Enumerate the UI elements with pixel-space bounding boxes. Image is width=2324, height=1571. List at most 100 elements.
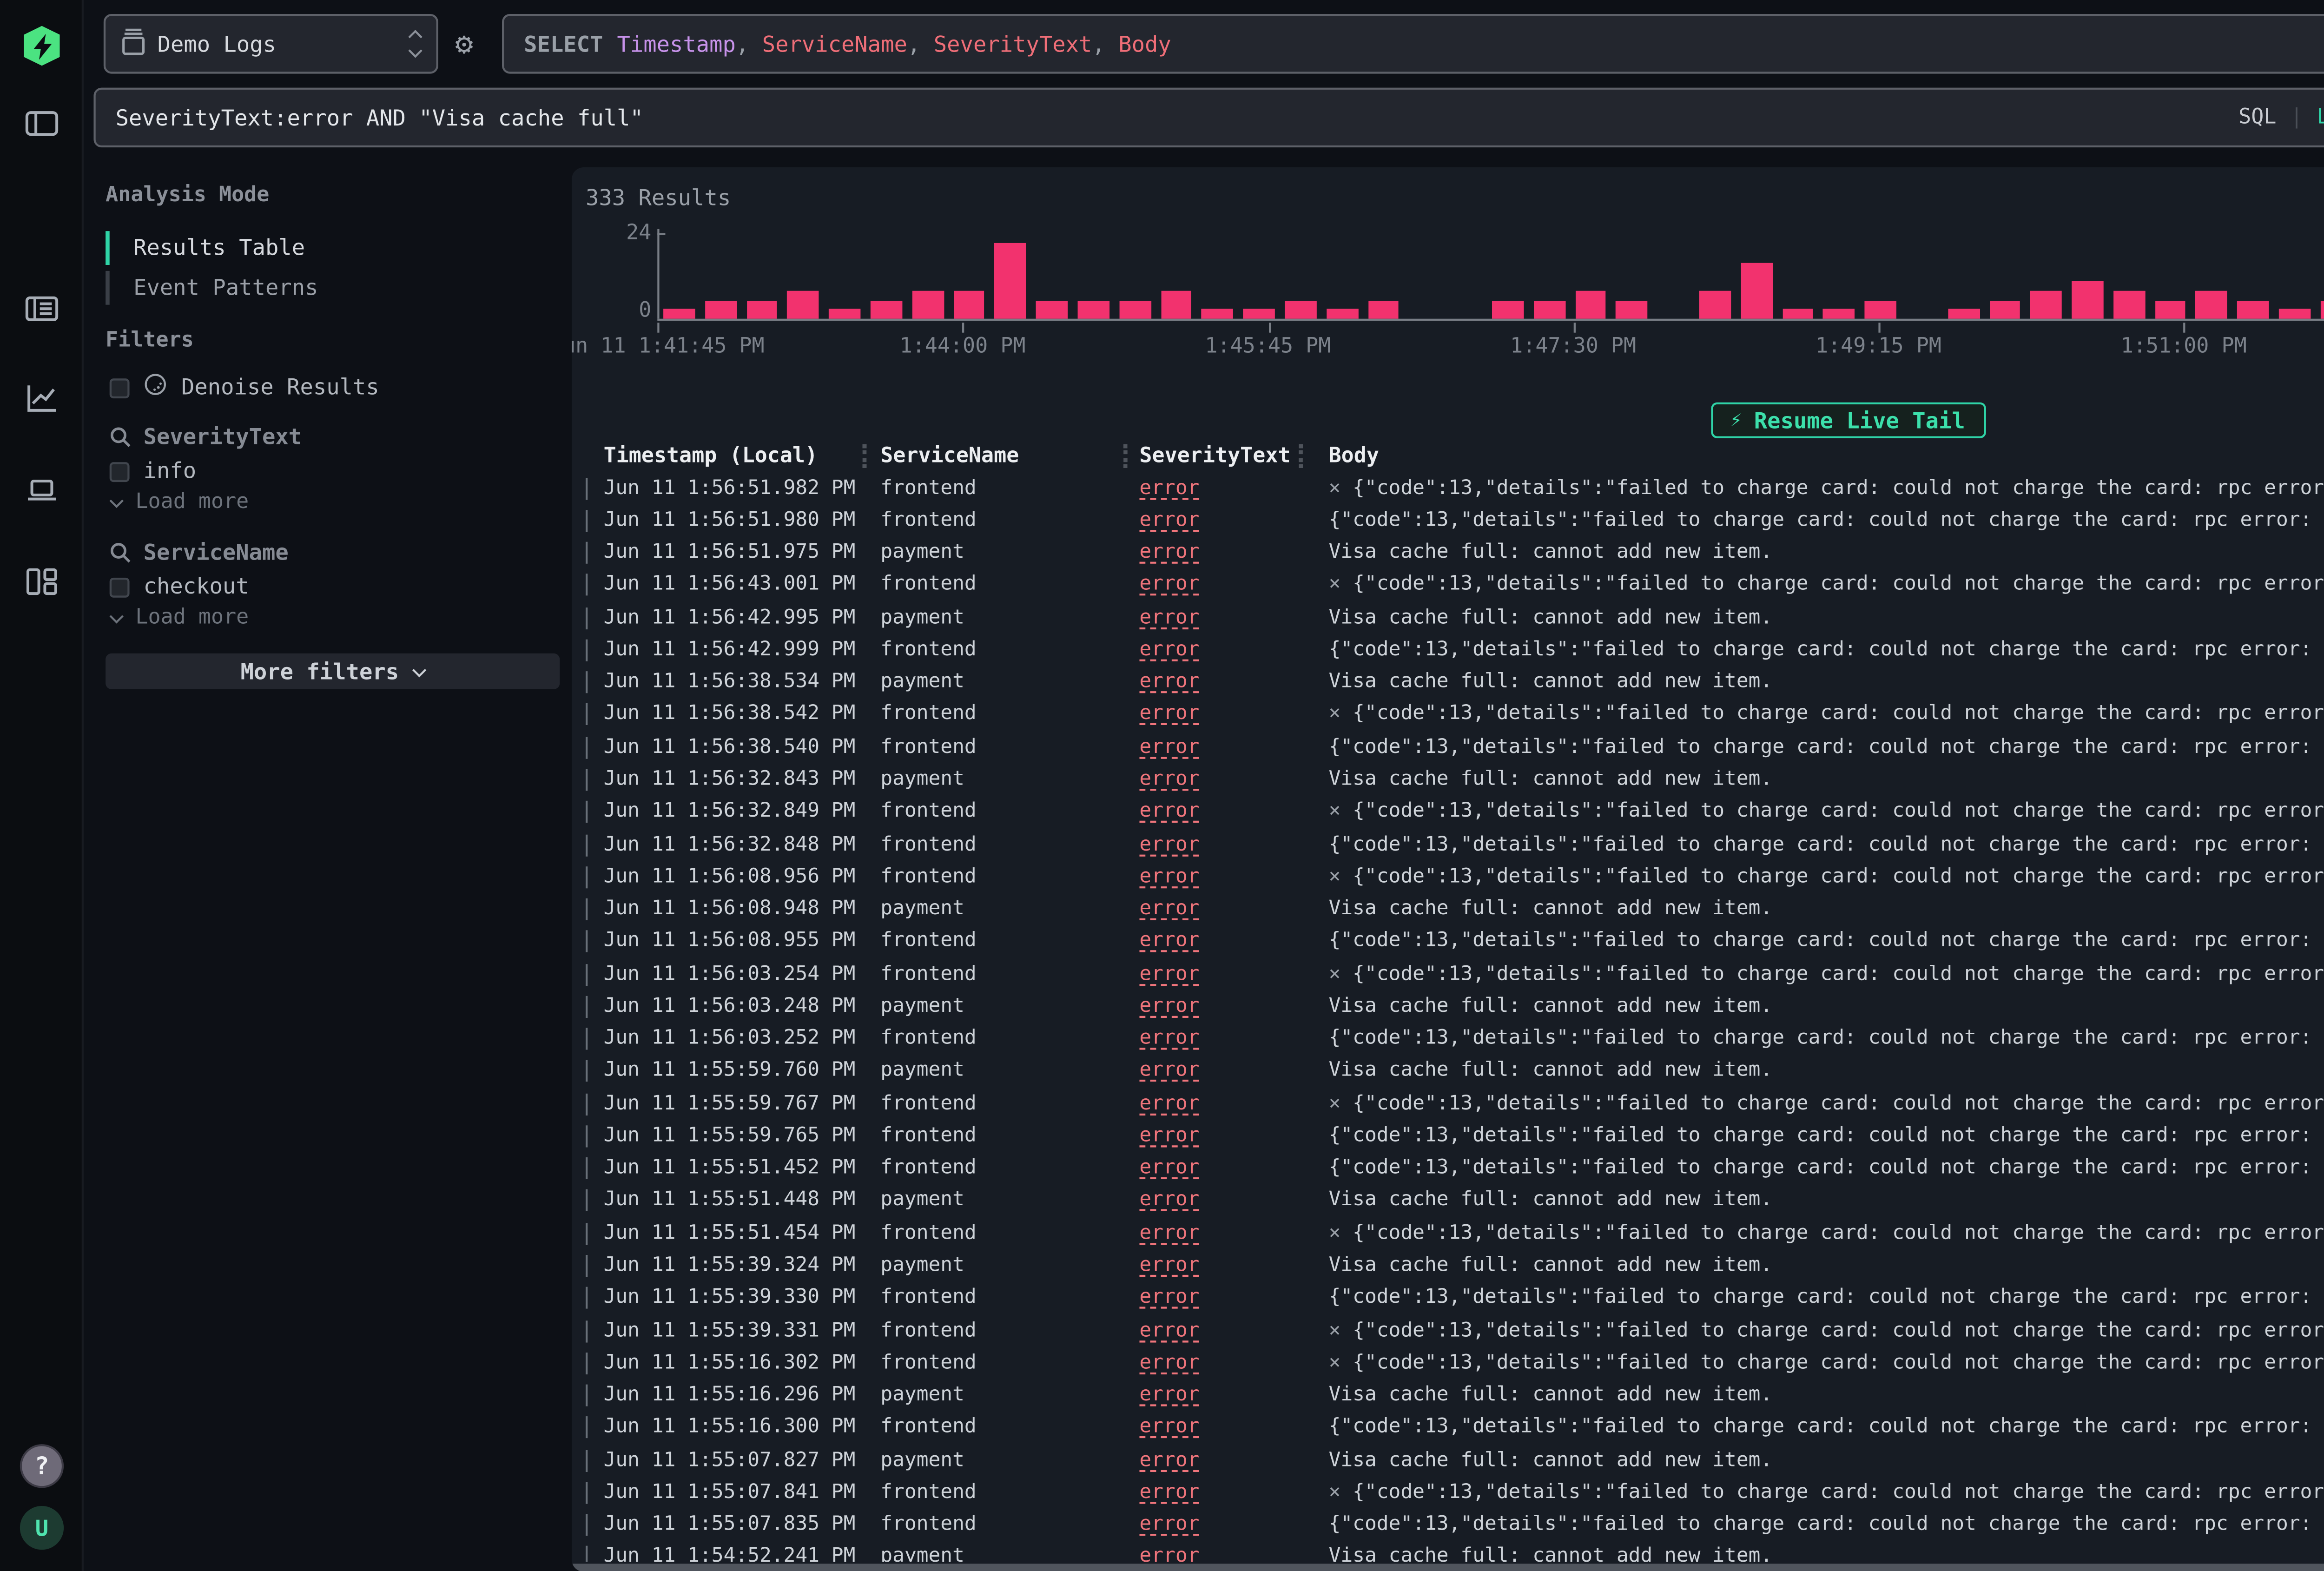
row-expand-chevron-icon[interactable]	[586, 1287, 588, 1309]
histogram-bar[interactable]	[1533, 300, 1565, 319]
histogram-bar[interactable]	[1036, 300, 1068, 319]
horizontal-scrollbar[interactable]	[572, 1563, 2324, 1571]
select-clause-input[interactable]: SELECT Timestamp, ServiceName, SeverityT…	[502, 14, 2324, 74]
row-expand-chevron-icon[interactable]	[586, 1385, 588, 1406]
row-expand-chevron-icon[interactable]	[586, 510, 588, 532]
table-row[interactable]: Jun 11 1:55:39.330 PMfrontenderror{"code…	[572, 1282, 2324, 1314]
row-expand-chevron-icon[interactable]	[586, 477, 588, 499]
row-expand-chevron-icon[interactable]	[586, 542, 588, 564]
header-body[interactable]: Body	[1329, 444, 2324, 468]
table-row[interactable]: Jun 11 1:55:07.827 PMpaymenterrorVisa ca…	[572, 1444, 2324, 1477]
column-resize-handle[interactable]	[1299, 444, 1303, 468]
row-expand-chevron-icon[interactable]	[586, 1222, 588, 1244]
log-reader-icon[interactable]	[24, 291, 59, 327]
row-expand-chevron-icon[interactable]	[586, 1255, 588, 1277]
toggle-lucene[interactable]: Lucene	[2317, 106, 2324, 129]
histogram-bar[interactable]	[2196, 290, 2228, 319]
load-more-severity[interactable]: Load more	[112, 490, 249, 514]
table-row[interactable]: Jun 11 1:55:07.841 PMfrontenderror×{"cod…	[572, 1477, 2324, 1509]
row-expand-chevron-icon[interactable]	[586, 996, 588, 1017]
row-expand-chevron-icon[interactable]	[586, 1190, 588, 1212]
histogram-bar[interactable]	[912, 290, 944, 319]
table-row[interactable]: Jun 11 1:56:43.001 PMfrontenderror×{"cod…	[572, 569, 2324, 602]
table-row[interactable]: Jun 11 1:56:03.254 PMfrontenderror×{"cod…	[572, 958, 2324, 990]
row-expand-chevron-icon[interactable]	[586, 672, 588, 693]
histogram-bar[interactable]	[1492, 300, 1524, 319]
results-histogram[interactable]	[657, 229, 2324, 319]
info-checkbox[interactable]	[110, 461, 130, 481]
histogram-bar[interactable]	[1285, 300, 1316, 319]
source-selector[interactable]: Demo Logs	[104, 14, 438, 74]
facet-option-info[interactable]: info	[110, 458, 196, 484]
row-expand-chevron-icon[interactable]	[586, 1028, 588, 1050]
histogram-bar[interactable]	[995, 243, 1026, 319]
table-row[interactable]: Jun 11 1:56:03.252 PMfrontenderror{"code…	[572, 1023, 2324, 1056]
denoise-checkbox[interactable]	[110, 377, 130, 397]
histogram-bar[interactable]	[829, 309, 861, 318]
table-row[interactable]: Jun 11 1:56:38.534 PMpaymenterrorVisa ca…	[572, 667, 2324, 699]
table-row[interactable]: Jun 11 1:55:51.454 PMfrontenderror×{"cod…	[572, 1217, 2324, 1250]
histogram-bar[interactable]	[953, 290, 985, 319]
table-row[interactable]: Jun 11 1:55:16.300 PMfrontenderror{"code…	[572, 1412, 2324, 1444]
table-row[interactable]: Jun 11 1:56:08.956 PMfrontenderror×{"cod…	[572, 861, 2324, 893]
table-row[interactable]: Jun 11 1:55:59.760 PMpaymenterrorVisa ca…	[572, 1055, 2324, 1088]
facet-servicename[interactable]: ServiceName	[110, 540, 289, 566]
row-expand-chevron-icon[interactable]	[586, 1158, 588, 1180]
row-expand-chevron-icon[interactable]	[586, 898, 588, 920]
table-row[interactable]: Jun 11 1:56:03.248 PMpaymenterrorVisa ca…	[572, 990, 2324, 1023]
table-row[interactable]: Jun 11 1:55:51.452 PMfrontenderror{"code…	[572, 1153, 2324, 1185]
histogram-bar[interactable]	[1161, 290, 1192, 319]
resume-live-tail-button[interactable]: ⚡︎ Resume Live Tail	[1710, 403, 1985, 438]
table-row[interactable]: Jun 11 1:55:07.835 PMfrontenderror{"code…	[572, 1509, 2324, 1541]
row-expand-chevron-icon[interactable]	[586, 801, 588, 823]
toggle-sql[interactable]: SQL	[2238, 106, 2276, 129]
histogram-bar[interactable]	[746, 300, 778, 319]
help-button[interactable]: ?	[20, 1444, 64, 1488]
histogram-bar[interactable]	[1865, 300, 1896, 319]
histogram-bar[interactable]	[1699, 290, 1730, 319]
row-expand-chevron-icon[interactable]	[586, 964, 588, 985]
chart-explorer-icon[interactable]	[24, 381, 59, 416]
table-row[interactable]: Jun 11 1:56:51.975 PMpaymenterrorVisa ca…	[572, 537, 2324, 569]
histogram-bar[interactable]	[1243, 309, 1275, 318]
row-expand-chevron-icon[interactable]	[586, 1093, 588, 1115]
row-expand-chevron-icon[interactable]	[586, 1546, 588, 1561]
histogram-bar[interactable]	[871, 300, 902, 319]
histogram-bar[interactable]	[2113, 290, 2145, 319]
table-row[interactable]: Jun 11 1:56:51.982 PMfrontenderror×{"cod…	[572, 472, 2324, 505]
table-row[interactable]: Jun 11 1:54:52.241 PMpaymenterrorVisa ca…	[572, 1541, 2324, 1561]
table-row[interactable]: Jun 11 1:55:39.324 PMpaymenterrorVisa ca…	[572, 1250, 2324, 1282]
table-row[interactable]: Jun 11 1:56:42.995 PMpaymenterrorVisa ca…	[572, 602, 2324, 634]
row-expand-chevron-icon[interactable]	[586, 866, 588, 888]
row-expand-chevron-icon[interactable]	[586, 1449, 588, 1471]
table-row[interactable]: Jun 11 1:56:38.542 PMfrontenderror×{"cod…	[572, 699, 2324, 732]
source-settings-gear-icon[interactable]: ⚙︎	[446, 26, 482, 62]
histogram-bar[interactable]	[2238, 300, 2269, 319]
row-expand-chevron-icon[interactable]	[586, 834, 588, 856]
sessions-laptop-icon[interactable]	[24, 472, 59, 508]
table-row[interactable]: Jun 11 1:55:39.331 PMfrontenderror×{"cod…	[572, 1314, 2324, 1347]
row-expand-chevron-icon[interactable]	[586, 574, 588, 596]
facet-severitytext[interactable]: SeverityText	[110, 424, 302, 450]
histogram-bar[interactable]	[1948, 309, 1979, 318]
table-row[interactable]: Jun 11 1:56:32.849 PMfrontenderror×{"cod…	[572, 796, 2324, 829]
search-panel-icon[interactable]	[24, 106, 59, 141]
table-row[interactable]: Jun 11 1:55:59.767 PMfrontenderror×{"cod…	[572, 1088, 2324, 1120]
table-row[interactable]: Jun 11 1:56:32.843 PMpaymenterrorVisa ca…	[572, 764, 2324, 796]
mode-event-patterns[interactable]: Event Patterns	[106, 271, 318, 305]
table-row[interactable]: Jun 11 1:56:08.948 PMpaymenterrorVisa ca…	[572, 893, 2324, 926]
histogram-bar[interactable]	[1616, 300, 1648, 319]
histogram-bar[interactable]	[2030, 290, 2062, 319]
row-expand-chevron-icon[interactable]	[586, 931, 588, 953]
histogram-bar[interactable]	[1823, 309, 1855, 318]
dashboards-icon[interactable]	[24, 564, 59, 600]
histogram-bar[interactable]	[2072, 281, 2104, 318]
histogram-bar[interactable]	[663, 309, 695, 318]
search-input[interactable]: SeverityText:error AND "Visa cache full"…	[93, 88, 2324, 148]
row-expand-chevron-icon[interactable]	[586, 737, 588, 759]
histogram-bar[interactable]	[1326, 309, 1358, 318]
histogram-bar[interactable]	[1989, 300, 2020, 319]
header-timestamp[interactable]: Timestamp (Local)	[604, 444, 881, 468]
table-row[interactable]: Jun 11 1:55:59.765 PMfrontenderror{"code…	[572, 1120, 2324, 1153]
table-row[interactable]: Jun 11 1:56:32.848 PMfrontenderror{"code…	[572, 829, 2324, 861]
